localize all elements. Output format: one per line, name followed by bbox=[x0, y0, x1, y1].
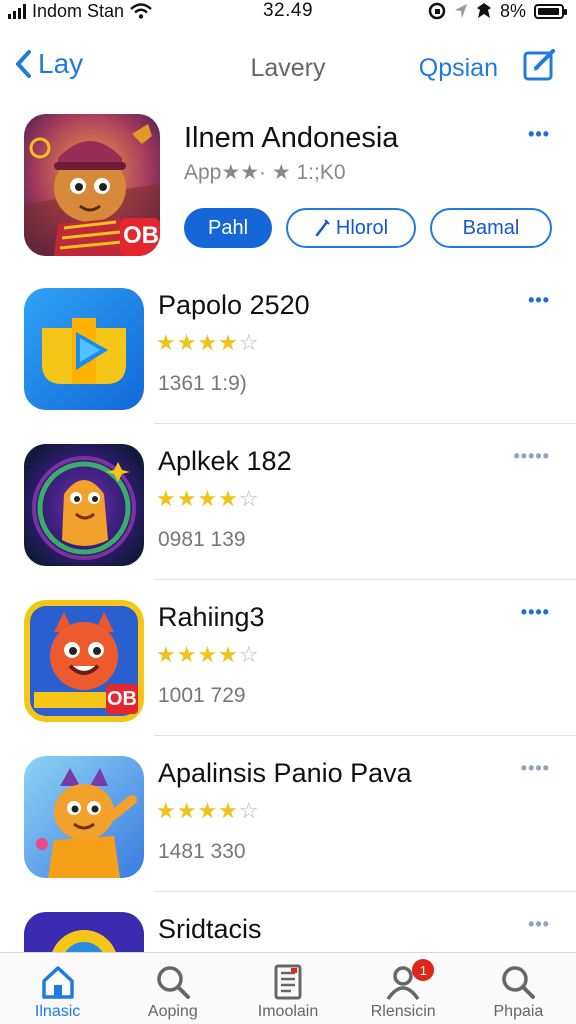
featured-icon-badge: OB bbox=[123, 222, 159, 249]
option-button[interactable]: Qpsian bbox=[419, 54, 498, 83]
review-count: 1361 1:9) bbox=[158, 372, 247, 395]
secondary-action-label: Hlorol bbox=[335, 216, 389, 239]
featured-more-button[interactable]: ••• bbox=[528, 124, 550, 145]
app-icon bbox=[24, 288, 144, 410]
back-button[interactable]: Lay bbox=[14, 48, 83, 80]
tab-profile[interactable]: 1 Rlensicin bbox=[346, 953, 461, 1024]
review-count: 0981 139 bbox=[158, 528, 246, 551]
list-item[interactable]: Apalinsis Panio Pava ★★★★☆ 1481 330 •••• bbox=[0, 736, 576, 892]
list-item[interactable]: Sridtacis ••• bbox=[0, 892, 576, 962]
wand-icon bbox=[315, 219, 330, 237]
featured-app-name: Ilnem Andonesia bbox=[184, 122, 399, 154]
compose-icon[interactable] bbox=[522, 46, 558, 82]
app-name: Sridtacis bbox=[158, 914, 262, 944]
tab-search[interactable]: Aoping bbox=[115, 953, 230, 1024]
featured-actions: Pahl Hlorol Bamal bbox=[184, 208, 552, 248]
tab-label: Aoping bbox=[147, 1003, 198, 1020]
page-title: Lavery bbox=[250, 54, 326, 82]
back-label: Lay bbox=[38, 48, 84, 79]
review-count: 1001 729 bbox=[158, 684, 246, 707]
tab-bar: Ilnasic Aoping Imoolain 1 Rlensicin Phpa… bbox=[0, 952, 576, 1024]
battery-icon bbox=[534, 3, 567, 19]
star-rating: ★★★★☆ bbox=[156, 486, 260, 511]
app-name: Rahiing3 bbox=[158, 602, 265, 632]
battery-percent: 8% bbox=[499, 0, 526, 21]
tab-home[interactable]: Ilnasic bbox=[0, 953, 115, 1024]
document-icon bbox=[274, 964, 302, 1000]
secondary-action-button[interactable]: Hlorol bbox=[286, 208, 416, 248]
list-item[interactable]: Aplkek 182 ★★★★☆ 0981 139 ••••• bbox=[0, 424, 576, 580]
tab-label: Ilnasic bbox=[34, 1003, 81, 1020]
tab-documents[interactable]: Imoolain bbox=[230, 953, 345, 1024]
lock-rotation-icon bbox=[428, 2, 446, 20]
more-button[interactable]: ••• bbox=[528, 290, 550, 311]
tab-label: Phpaia bbox=[493, 1003, 544, 1020]
star-rating: ★★★★☆ bbox=[156, 642, 260, 667]
star-rating: ★★★★☆ bbox=[156, 798, 260, 823]
chevron-left-icon bbox=[16, 50, 31, 78]
app-name: Papolo 2520 bbox=[158, 290, 310, 320]
notification-badge: 1 bbox=[412, 959, 435, 981]
alarm-icon bbox=[476, 3, 491, 18]
app-icon: OB bbox=[24, 600, 144, 722]
app-list: OB Ilnem Andonesia App★★· ★ 1:;K0 ••• Pa… bbox=[0, 108, 576, 962]
app-name: Aplkek 182 bbox=[158, 446, 292, 476]
tab-label: Imoolain bbox=[257, 1003, 319, 1020]
search-icon bbox=[502, 966, 536, 999]
primary-action-button[interactable]: Pahl bbox=[184, 208, 272, 248]
status-bar: Indom Stan 32.49 8% bbox=[0, 0, 576, 30]
tab-explore[interactable]: Phpaia bbox=[461, 953, 576, 1024]
more-button[interactable]: •••• bbox=[521, 758, 550, 779]
list-item[interactable]: Papolo 2520 ★★★★☆ 1361 1:9) ••• bbox=[0, 268, 576, 424]
star-rating: ★★★★☆ bbox=[156, 330, 260, 355]
location-icon bbox=[454, 4, 467, 18]
search-icon bbox=[157, 966, 190, 999]
app-icon bbox=[24, 756, 144, 878]
home-icon bbox=[41, 966, 74, 999]
more-button[interactable]: •••• bbox=[521, 602, 550, 623]
app-name: Apalinsis Panio Pava bbox=[158, 758, 412, 788]
featured-app-subtitle: App★★· ★ 1:;K0 bbox=[184, 161, 346, 184]
tab-label: Rlensicin bbox=[370, 1003, 436, 1020]
app-icon-badge: OB bbox=[107, 688, 137, 710]
featured-app-icon: OB bbox=[24, 114, 160, 256]
more-button[interactable]: ••• bbox=[528, 914, 550, 935]
review-count: 1481 330 bbox=[158, 840, 246, 863]
list-item[interactable]: OB Rahiing3 ★★★★☆ 1001 729 •••• bbox=[0, 580, 576, 736]
app-icon bbox=[24, 444, 144, 566]
featured-app[interactable]: OB Ilnem Andonesia App★★· ★ 1:;K0 ••• Pa… bbox=[0, 108, 576, 268]
nav-bar: Lay Lavery Qpsian bbox=[0, 40, 576, 92]
tertiary-action-button[interactable]: Bamal bbox=[430, 208, 552, 248]
more-button[interactable]: ••••• bbox=[513, 446, 550, 467]
